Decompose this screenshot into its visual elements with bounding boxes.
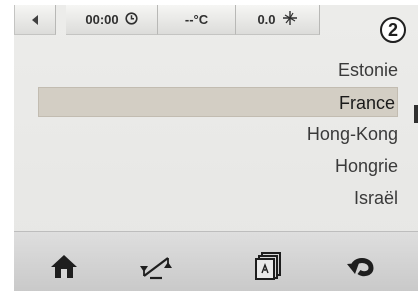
return-button[interactable] xyxy=(344,248,380,284)
screen: 00:00 --°C 0.0 2 Estonie France Hong-Kon… xyxy=(14,5,418,291)
home-button[interactable] xyxy=(46,248,82,284)
clock-value: 00:00 xyxy=(85,12,119,27)
list-item-label: Hongrie xyxy=(334,156,398,176)
scrollbar[interactable] xyxy=(414,105,418,123)
clock-icon xyxy=(125,11,138,28)
page-number-badge: 2 xyxy=(380,17,406,43)
temperature-display: --°C xyxy=(158,5,236,35)
bottom-bar xyxy=(14,231,418,291)
return-icon xyxy=(347,258,374,277)
clock-display: 00:00 xyxy=(66,5,158,35)
back-arrow-icon xyxy=(32,14,38,25)
list-item-label: France xyxy=(338,93,395,113)
temperature-value: --°C xyxy=(184,12,209,27)
fan-icon xyxy=(282,10,298,29)
fan-value: 0.0 xyxy=(257,12,276,27)
cards-button[interactable] xyxy=(250,248,286,284)
list-item-hong-kong[interactable]: Hong-Kong xyxy=(307,119,398,149)
cards-icon xyxy=(255,252,281,280)
page-number: 2 xyxy=(387,19,398,40)
list-item-estonie[interactable]: Estonie xyxy=(338,55,398,85)
balance-button[interactable] xyxy=(138,248,174,284)
list-item-france[interactable]: France xyxy=(38,87,398,117)
list-item-hongrie[interactable]: Hongrie xyxy=(335,151,398,181)
status-bar: 00:00 --°C 0.0 xyxy=(14,5,418,35)
home-icon xyxy=(51,255,77,278)
balance-icon xyxy=(140,257,172,280)
list-item-label: Israël xyxy=(353,188,398,208)
list-item-label: Hong-Kong xyxy=(306,124,398,144)
fan-display: 0.0 xyxy=(236,5,320,35)
back-button[interactable] xyxy=(14,5,56,35)
list-item-label: Estonie xyxy=(337,60,398,80)
list-item-israel[interactable]: Israël xyxy=(354,183,398,213)
